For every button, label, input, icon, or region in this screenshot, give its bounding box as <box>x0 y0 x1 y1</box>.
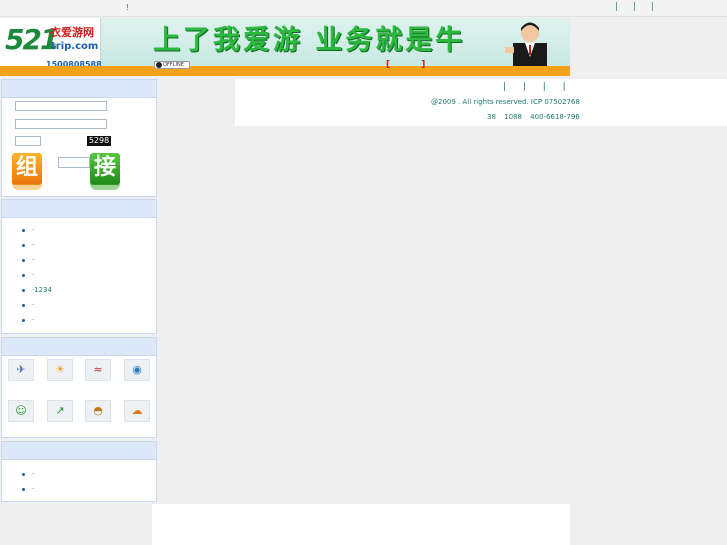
news-panel-header <box>2 200 156 218</box>
news-item[interactable]: ·1234 <box>22 285 52 300</box>
password-input[interactable] <box>15 119 107 129</box>
captcha-input[interactable] <box>15 136 41 146</box>
footer-contact: 38 1088 400-6618-796 <box>487 113 580 121</box>
person-icon[interactable]: ☺ <box>8 400 34 422</box>
remember-field[interactable] <box>58 157 90 168</box>
group-button-reflection <box>12 184 42 190</box>
news-list: · · · · ·1234 · · <box>22 225 52 330</box>
businessman-image <box>505 22 547 66</box>
food-icon[interactable]: ◓ <box>85 400 111 422</box>
qq-status-label: OFFLINE <box>163 62 184 68</box>
footer-links[interactable]: | | | | <box>503 82 573 92</box>
news-item[interactable]: · <box>22 315 52 330</box>
weather-icon[interactable]: ☀ <box>47 359 73 381</box>
links-panel: · · <box>1 441 157 502</box>
username-input[interactable] <box>15 101 107 111</box>
banner-orange-band <box>0 66 570 76</box>
train-icon[interactable]: ≈ <box>85 359 111 381</box>
list-item[interactable]: · <box>22 484 34 499</box>
banner-bracket-link[interactable]: [ ] <box>386 60 439 70</box>
logo-chinese-name: 衣爱游网 <box>50 26 94 39</box>
footer-copyright: @2009 . All rights reserved. ICP 0750276… <box>431 98 580 106</box>
news-item[interactable]: · <box>22 240 52 255</box>
login-panel-header <box>2 80 156 98</box>
chart-icon[interactable]: ↗ <box>47 400 73 422</box>
news-item[interactable]: · <box>22 270 52 285</box>
agent-button-reflection <box>90 184 120 190</box>
news-panel: · · · · ·1234 · · <box>1 199 157 334</box>
group-login-button[interactable]: 组 <box>12 153 42 185</box>
list-item[interactable]: · <box>22 469 34 484</box>
news-item[interactable]: · <box>22 300 52 315</box>
banner-slogan: 上了我爱游 业务就是牛 <box>153 25 466 56</box>
news-item[interactable]: · <box>22 255 52 270</box>
cloud-icon[interactable]: ☁ <box>124 400 150 422</box>
airplane-icon[interactable]: ✈ <box>8 359 34 381</box>
tools-panel: ✈ ☀ ≈ ◉ ☺ ↗ ◓ ☁ <box>1 337 157 438</box>
login-panel: 5298 组 接 <box>1 79 157 197</box>
header-banner: 521 衣爱游网 trip.com 15008085880 上了我爱游 业务就是… <box>0 18 570 76</box>
globe-icon[interactable]: ◉ <box>124 359 150 381</box>
top-bar-mark: ! <box>126 3 130 12</box>
bottom-content-area <box>152 504 570 545</box>
links-panel-header <box>2 442 156 460</box>
tools-panel-header <box>2 338 156 356</box>
logo-domain: trip.com <box>51 41 99 52</box>
top-bar-links[interactable]: | | | <box>615 2 660 12</box>
agent-login-button[interactable]: 接 <box>90 153 120 185</box>
qq-status-badge[interactable]: OFFLINE <box>154 61 190 69</box>
news-item[interactable]: · <box>22 225 52 240</box>
qq-icon <box>156 62 162 68</box>
top-bar: ! | | | <box>0 0 727 17</box>
links-list: · · <box>22 469 34 499</box>
captcha-image[interactable]: 5298 <box>87 136 111 146</box>
footer: | | | | @2009 . All rights reserved. ICP… <box>235 79 727 126</box>
